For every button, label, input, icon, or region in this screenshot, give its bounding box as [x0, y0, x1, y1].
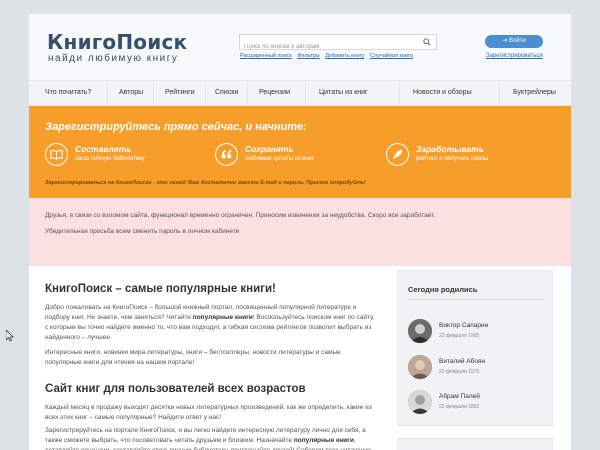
page-title: КнигоПоиск – самые популярные книги!	[45, 283, 276, 295]
feature-title: Заработывать	[416, 144, 484, 154]
site-logo[interactable]: КнигоПоиск	[47, 30, 187, 54]
person-item[interactable]: Виктор Сапарин 22 февраля 1905	[408, 319, 548, 347]
nav-divider	[107, 81, 108, 105]
nav-item-authors[interactable]: Авторы	[119, 89, 143, 96]
add-book-link[interactable]: Добавить книгу	[325, 53, 364, 59]
person-name[interactable]: Виталий Абоян	[439, 358, 485, 365]
feature-title: Составлять	[75, 144, 132, 154]
page-container: КнигоПоиск найди любимую книгу Расширенн…	[29, 14, 571, 450]
nav-divider	[499, 81, 500, 105]
main-nav: Что почитать? Авторы Рейтинги Списки Рец…	[29, 80, 571, 106]
born-today-widget: Сегодня родились Виктор Сапарин 22 февра…	[397, 270, 553, 426]
alert-line: Друзья, в связи со взломом сайта, функци…	[45, 212, 436, 219]
site-tagline: найди любимую книгу	[48, 53, 179, 64]
random-book-link[interactable]: Случайная книга	[370, 53, 413, 59]
person-name[interactable]: Абрам Палей	[439, 393, 480, 400]
register-link[interactable]: Зарегистрироваться	[486, 53, 543, 59]
intro-paragraph: Добро пожаловать на КнигоПоиск – большой…	[45, 303, 375, 343]
alert-line: Убедительная просьба всем сменить пароль…	[45, 228, 240, 235]
banner-title: Зарегистрируйтесь прямо сейчас, и начнит…	[45, 121, 307, 133]
section-title: Сайт книг для пользователей всех возраст…	[45, 383, 306, 395]
nav-item-ratings[interactable]: Рейтинги	[165, 89, 195, 96]
login-button[interactable]: ⇥ Войти	[485, 35, 543, 48]
nav-item-reviews[interactable]: Рецензии	[259, 89, 290, 96]
avatar	[408, 319, 432, 343]
paragraph: Интересные книги, новинки мира литератур…	[45, 349, 341, 366]
person-item[interactable]: Абрам Палей 22 февраля 1893	[408, 390, 548, 418]
divider	[408, 299, 544, 300]
popular-books-link[interactable]: популярные книги	[294, 437, 354, 444]
widget-title: Сегодня родились	[408, 285, 478, 294]
person-birthdate: 22 февраля 1893	[439, 404, 480, 410]
feature-subtitle: рейтинг и получать призы	[416, 156, 489, 162]
feature-subtitle: свою личную библиотеку	[75, 156, 145, 162]
avatar	[408, 390, 432, 414]
nav-item-what-to-read[interactable]: Что почитать?	[45, 89, 91, 96]
paragraph: Каждый месяц в продажу выходят десятки н…	[45, 404, 372, 421]
mouse-cursor-icon	[6, 330, 14, 342]
avatar	[408, 355, 432, 379]
person-birthdate: 22 февраля 1975	[439, 369, 480, 375]
nav-divider	[153, 81, 154, 105]
feature-subtitle: любимые цитаты из книг	[245, 156, 314, 162]
book-icon	[45, 143, 68, 166]
search-input[interactable]	[240, 40, 418, 54]
rocket-icon	[386, 143, 409, 166]
search-links: Расширенный поиск Фильтры Добавить книгу…	[240, 53, 417, 59]
nav-item-quotes[interactable]: Цитаты из книг	[319, 89, 368, 96]
sidebar-widget	[397, 438, 553, 450]
nav-item-lists[interactable]: Списки	[215, 89, 238, 96]
nav-divider	[305, 81, 306, 105]
search-box	[239, 34, 437, 54]
nav-divider	[247, 81, 248, 105]
nav-item-news[interactable]: Новости и обзоры	[413, 89, 472, 96]
feature-title: Сохранять	[245, 144, 294, 154]
popular-books-link[interactable]: популярные книги	[193, 314, 253, 321]
register-banner: Зарегистрируйтесь прямо сейчас, и начнит…	[29, 106, 571, 198]
search-icon[interactable]	[423, 38, 431, 46]
advanced-search-link[interactable]: Расширенный поиск	[240, 53, 292, 59]
filters-link[interactable]: Фильтры	[297, 53, 319, 59]
alert-notice: Друзья, в связи со взломом сайта, функци…	[29, 198, 571, 266]
quote-icon	[215, 143, 238, 166]
nav-item-booktrailers[interactable]: Буктрейлеры	[513, 89, 556, 96]
person-item[interactable]: Виталий Абоян 22 февраля 1975	[408, 355, 548, 383]
site-header: КнигоПоиск найди любимую книгу Расширенн…	[29, 14, 571, 80]
person-name[interactable]: Виктор Сапарин	[439, 322, 488, 329]
banner-note: Зарегистрироваться на КнигоПоиске - это …	[45, 180, 366, 186]
person-birthdate: 22 февраля 1905	[439, 333, 480, 339]
nav-divider	[399, 81, 400, 105]
nav-divider	[205, 81, 206, 105]
paragraph: Зарегистрируйтесь на портале КнигоПоиск,…	[45, 426, 375, 450]
